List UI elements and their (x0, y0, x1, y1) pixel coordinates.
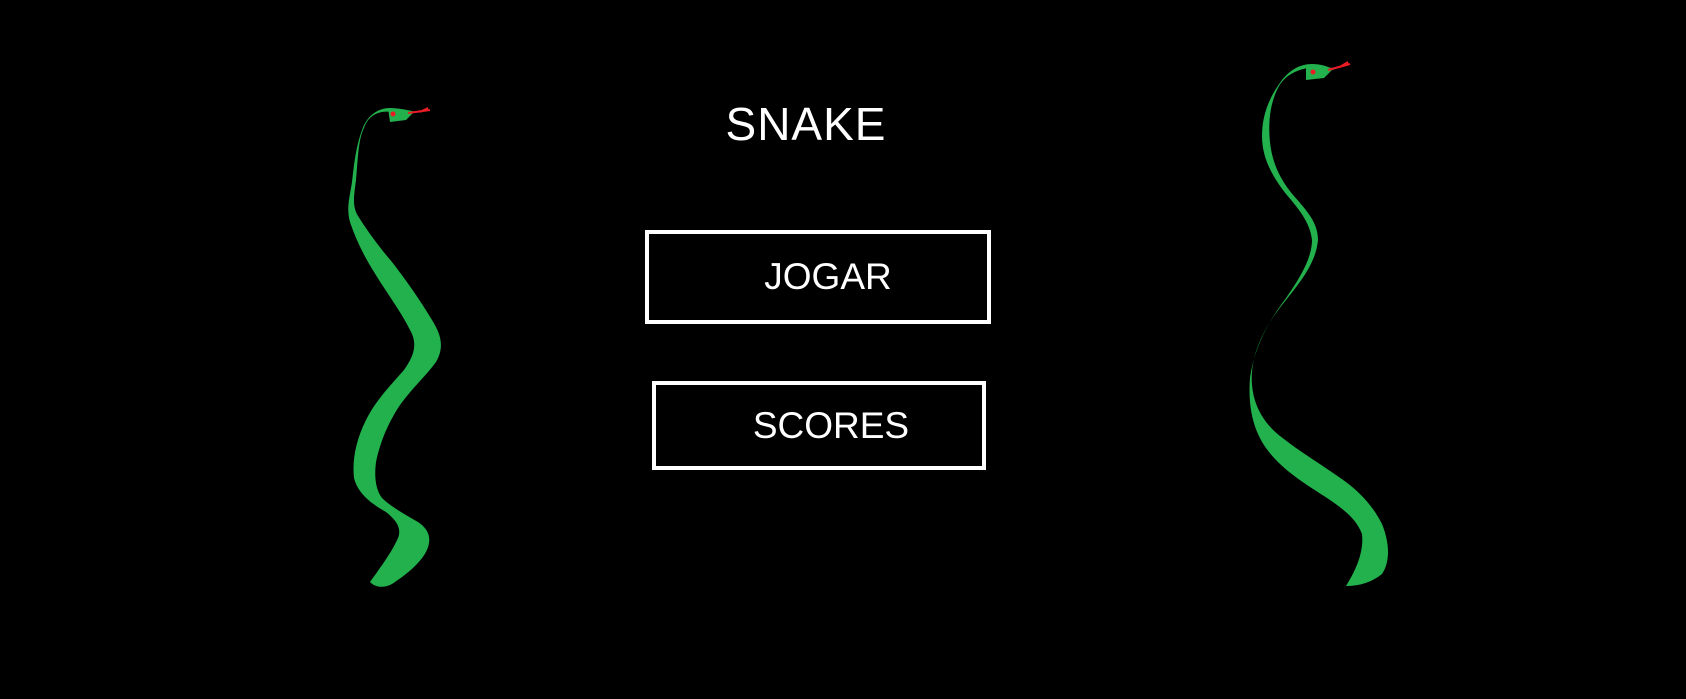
game-title: SNAKE (725, 98, 887, 150)
game-menu-screen: SNAKE JOGAR SCORES (0, 0, 1686, 699)
play-button[interactable]: JOGAR (645, 230, 991, 324)
scores-button[interactable]: SCORES (652, 381, 986, 470)
